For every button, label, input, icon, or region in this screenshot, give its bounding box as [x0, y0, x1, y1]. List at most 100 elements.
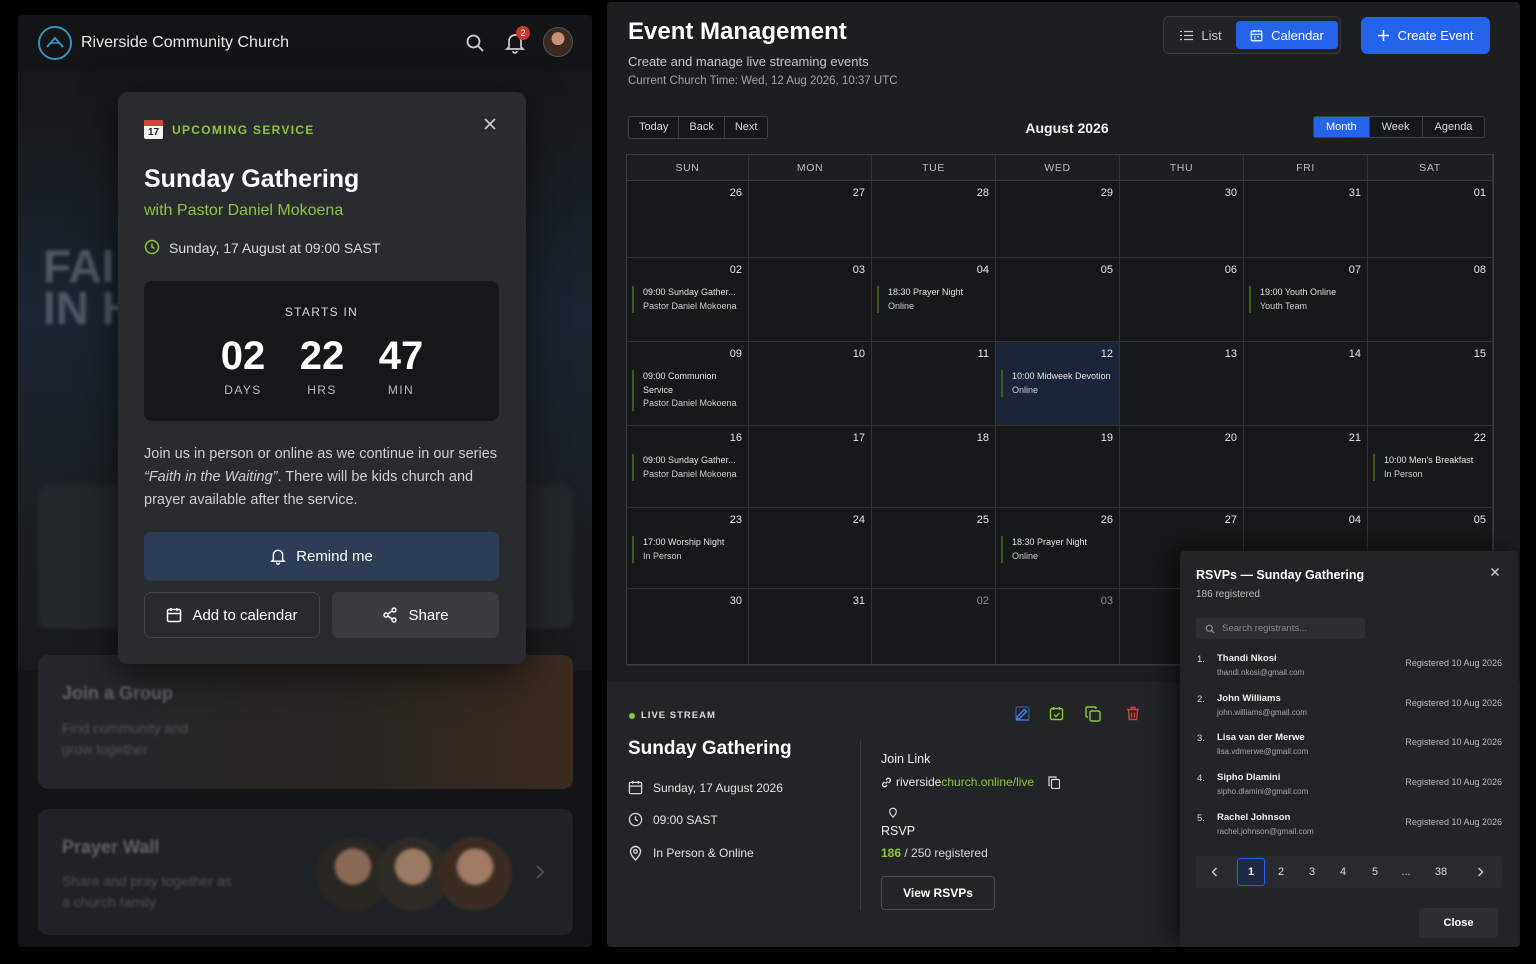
calendar-day[interactable]: 23 17:00 Worship Night In Person	[627, 508, 749, 589]
calendar-view-button[interactable]: Calendar	[1236, 21, 1338, 49]
avatar[interactable]	[543, 27, 573, 57]
church-name[interactable]: Riverside Community Church	[81, 34, 289, 52]
copy-icon[interactable]	[1085, 706, 1101, 722]
day-number: 10	[852, 348, 865, 360]
calendar-event[interactable]: 10:00 Midweek Devotion Online	[1001, 370, 1115, 397]
calendar-day[interactable]: 17	[749, 426, 872, 508]
calendar-day[interactable]: 30	[627, 589, 749, 666]
calendar-event[interactable]: 19:00 Youth Online Youth Team	[1249, 286, 1363, 313]
chevron-right-icon[interactable]	[534, 863, 546, 881]
next-button[interactable]: Next	[725, 117, 768, 138]
calendar-day[interactable]: 03	[749, 258, 872, 342]
calendar-view-label: Calendar	[1271, 27, 1324, 43]
chevron-left-icon[interactable]	[1200, 858, 1228, 886]
registrant-row[interactable]: 1. Thandi Nkosi thandi.nkosi@gmail.com Regi…	[1196, 652, 1502, 682]
calendar-day[interactable]: 22 10:00 Men's Breakfast In Person	[1368, 426, 1493, 508]
search-icon[interactable]	[465, 33, 485, 53]
calendar-day[interactable]: 04 18:30 Prayer Night Online	[872, 258, 996, 342]
calendar-day[interactable]: 27	[749, 181, 872, 258]
join-link-label: Join Link	[881, 752, 931, 766]
page-button[interactable]: 4	[1329, 858, 1357, 886]
calendar-day-today[interactable]: 12 10:00 Midweek Devotion Online	[996, 342, 1120, 426]
calendar-day[interactable]: 09 09:00 Communion Service Pastor Daniel M…	[627, 342, 749, 426]
calendar-event[interactable]: 18:30 Prayer Night Online	[1001, 536, 1115, 563]
calendar-day[interactable]: 06	[1120, 258, 1244, 342]
calendar-day[interactable]: 16 09:00 Sunday Gather... Pastor Daniel Mo…	[627, 426, 749, 508]
calendar-day[interactable]: 08	[1368, 258, 1493, 342]
create-event-button[interactable]: Create Event	[1361, 17, 1490, 54]
prayer-wall-title: Prayer Wall	[62, 837, 160, 857]
week-view-button[interactable]: Week	[1370, 117, 1423, 137]
copy-icon[interactable]	[1048, 775, 1061, 789]
month-view-button[interactable]: Month	[1314, 117, 1370, 137]
calendar-day[interactable]: 01	[1368, 181, 1493, 258]
calendar-event[interactable]: 09:00 Sunday Gather... Pastor Daniel Moko…	[632, 454, 744, 481]
countdown-hours: 22 HRS	[299, 334, 345, 397]
share-button[interactable]: Share	[332, 592, 499, 638]
calendar-day[interactable]: 25	[872, 508, 996, 589]
list-view-button[interactable]: List	[1169, 21, 1233, 49]
calendar-day[interactable]: 21	[1244, 426, 1368, 508]
view-rsvps-button[interactable]: View RSVPs	[881, 876, 995, 910]
close-icon[interactable]	[483, 117, 497, 131]
chevron-right-icon[interactable]	[1466, 858, 1494, 886]
calendar-check-icon[interactable]	[1049, 706, 1064, 721]
today-button[interactable]: Today	[629, 117, 680, 138]
calendar-nav: Today Back Next	[628, 116, 769, 139]
calendar-day[interactable]: 26	[627, 181, 749, 258]
registrant-email: sipho.dlamini@gmail.com	[1217, 787, 1309, 797]
calendar-event[interactable]: 17:00 Worship Night In Person	[632, 536, 744, 563]
calendar-day[interactable]: 10	[749, 342, 872, 426]
calendar-day[interactable]: 18	[872, 426, 996, 508]
registrant-row[interactable]: 2. John Williams john.williams@gmail.com Re…	[1196, 692, 1502, 722]
calendar-day[interactable]: 28	[872, 181, 996, 258]
page-button[interactable]: 1	[1237, 858, 1265, 886]
calendar-day[interactable]: 15	[1368, 342, 1493, 426]
day-number: 24	[852, 514, 865, 526]
back-button[interactable]: Back	[679, 117, 725, 138]
registrant-search-input[interactable]	[1222, 623, 1362, 634]
calendar-day[interactable]: 11	[872, 342, 996, 426]
page-button[interactable]: 38	[1427, 858, 1455, 886]
registrant-row[interactable]: 3. Lisa van der Merwe lisa.vdmerwe@gmail.c…	[1196, 731, 1502, 761]
calendar-view-switch: Month Week Agenda	[1313, 116, 1486, 138]
edit-icon[interactable]	[1015, 706, 1030, 721]
calendar-day[interactable]: 05	[996, 258, 1120, 342]
page-title: Event Management	[628, 18, 847, 45]
registrant-row[interactable]: 5. Rachel Johnson rachel.johnson@gmail.com…	[1196, 811, 1502, 841]
live-stream-mode: In Person & Online	[628, 845, 754, 861]
calendar-day[interactable]: 30	[1120, 181, 1244, 258]
calendar-day[interactable]: 02	[872, 589, 996, 666]
calendar-event[interactable]: 09:00 Communion Service Pastor Daniel Mok…	[632, 370, 744, 411]
close-button[interactable]: Close	[1419, 908, 1498, 938]
registrant-row[interactable]: 4. Sipho Dlamini sipho.dlamini@gmail.com Re…	[1196, 771, 1502, 801]
page-button[interactable]: 2	[1267, 858, 1295, 886]
registrant-email: john.williams@gmail.com	[1217, 707, 1307, 717]
calendar-event[interactable]: 10:00 Men's Breakfast In Person	[1373, 454, 1488, 481]
agenda-view-button[interactable]: Agenda	[1423, 117, 1485, 137]
remind-me-button[interactable]: Remind me	[144, 532, 499, 581]
page-button[interactable]: 5	[1361, 858, 1389, 886]
church-logo-icon[interactable]	[38, 26, 72, 60]
calendar-event[interactable]: 09:00 Sunday Gather... Pastor Daniel Moko…	[632, 286, 744, 313]
calendar-day[interactable]: 20	[1120, 426, 1244, 508]
calendar-day[interactable]: 24	[749, 508, 872, 589]
close-icon[interactable]	[1490, 567, 1500, 577]
day-number: 27	[1224, 514, 1237, 526]
join-link[interactable]: riversidechurch.online/live	[881, 775, 1061, 789]
calendar-day[interactable]: 29	[996, 181, 1120, 258]
page-button[interactable]: 3	[1298, 858, 1326, 886]
calendar-day[interactable]: 03	[996, 589, 1120, 666]
calendar-day[interactable]: 13	[1120, 342, 1244, 426]
calendar-day[interactable]: 14	[1244, 342, 1368, 426]
calendar-day[interactable]: 02 09:00 Sunday Gather... Pastor Daniel Mo…	[627, 258, 749, 342]
trash-icon[interactable]	[1126, 706, 1140, 721]
calendar-day[interactable]: 26 18:30 Prayer Night Online	[996, 508, 1120, 589]
calendar-day[interactable]: 19	[996, 426, 1120, 508]
calendar-day[interactable]: 31	[1244, 181, 1368, 258]
add-to-calendar-button[interactable]: Add to calendar	[144, 592, 320, 638]
calendar-day[interactable]: 07 19:00 Youth Online Youth Team	[1244, 258, 1368, 342]
calendar-day[interactable]: 31	[749, 589, 872, 666]
calendar-event[interactable]: 18:30 Prayer Night Online	[877, 286, 991, 313]
live-indicator	[629, 713, 635, 719]
